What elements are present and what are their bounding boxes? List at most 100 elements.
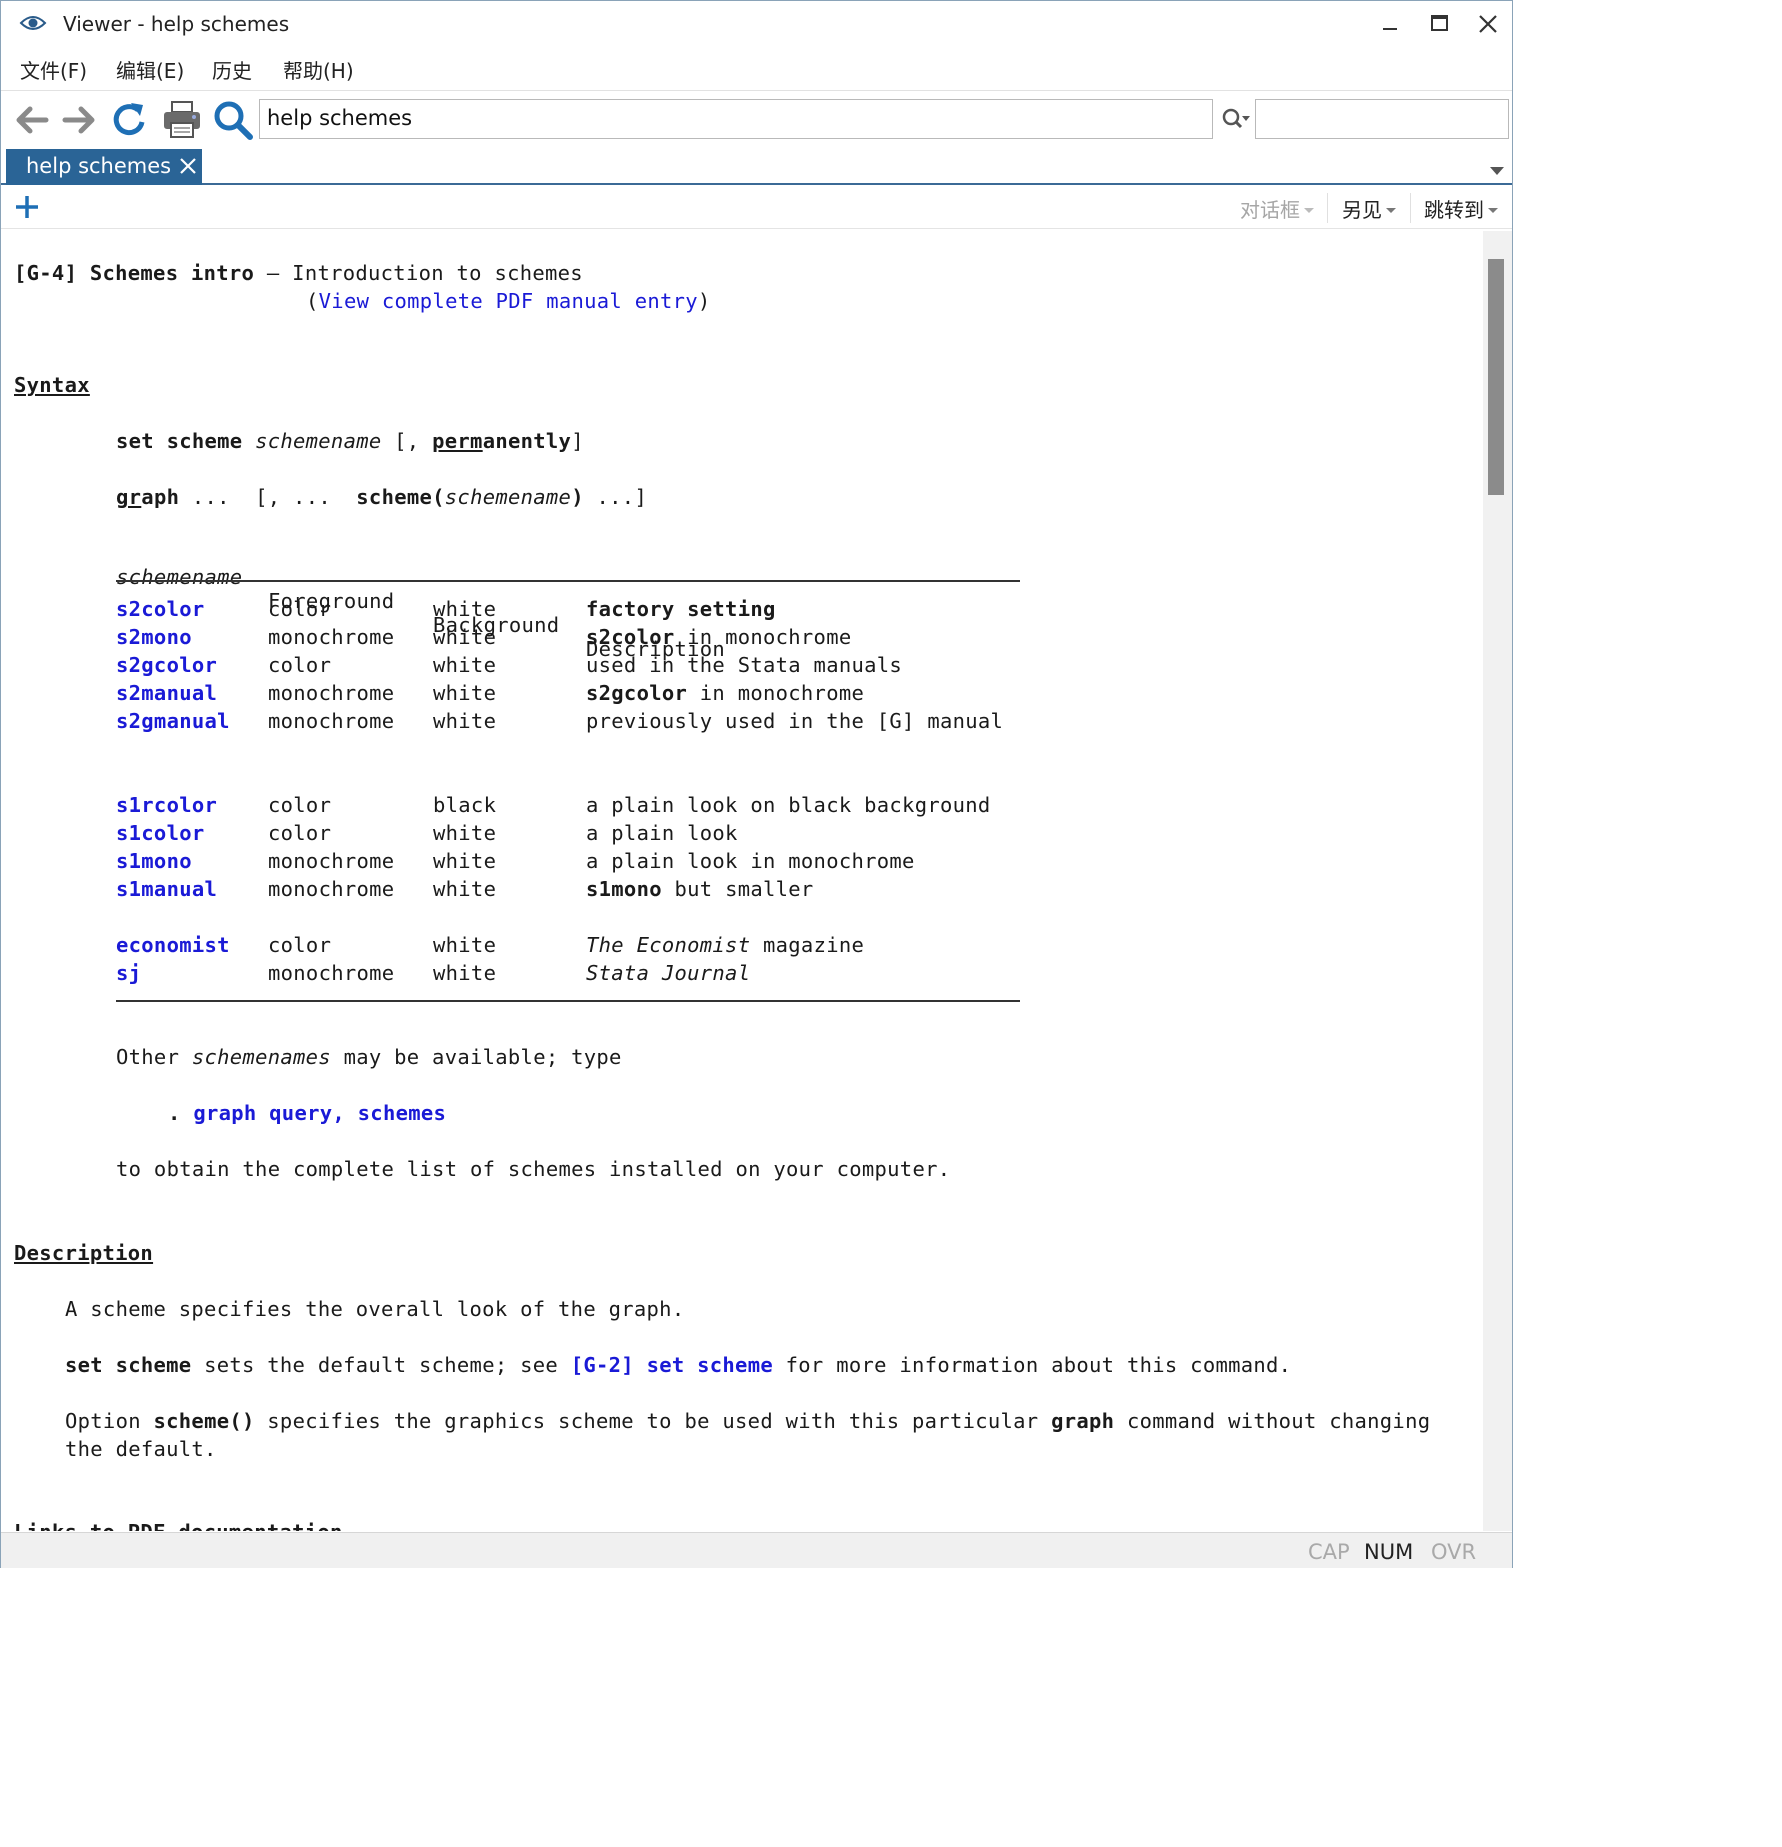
scheme-name-link[interactable]: s2gmanual — [116, 709, 230, 733]
syntax-opt-open: [, — [394, 429, 420, 453]
foreground-cell: color — [268, 933, 332, 957]
table-row: s2gcolor color white used in the Stata manu… — [5, 653, 1105, 681]
new-tab-plus-icon[interactable] — [13, 193, 41, 221]
jump-to-menu[interactable]: 跳转到 — [1424, 194, 1498, 223]
scheme-name-link[interactable]: s2color — [116, 597, 205, 621]
description-text: magazine — [750, 933, 865, 957]
description-para-2: set scheme sets the default scheme; see … — [65, 1353, 1291, 1377]
dialog-menu-label: 对话框 — [1240, 198, 1300, 222]
description-para-1: A scheme specifies the overall look of t… — [65, 1297, 685, 1321]
scheme-name-link[interactable]: s1manual — [116, 877, 217, 901]
syntax2-opt-open: [, ... — [255, 485, 331, 509]
syntax2-fn-close: ) — [571, 485, 584, 509]
forward-arrow-icon[interactable] — [59, 99, 101, 141]
tab-help-schemes[interactable]: help schemes — [6, 149, 202, 185]
syntax2-rest: aph — [141, 485, 180, 509]
menu-help[interactable]: 帮助(H) — [283, 55, 354, 84]
description-text: in monochrome — [674, 625, 852, 649]
background-cell: white — [433, 681, 497, 705]
command-input[interactable]: help schemes — [259, 99, 1213, 139]
scheme-name-link[interactable]: s1color — [116, 821, 205, 845]
description-cell: previously used in the [G] manual — [586, 709, 1003, 733]
background-cell: white — [433, 961, 497, 985]
description-italic: Stata Journal — [586, 961, 751, 985]
scheme-name-link[interactable]: s1mono — [116, 849, 192, 873]
minimize-button[interactable] — [1372, 9, 1408, 41]
scheme-name-link[interactable]: economist — [116, 933, 230, 957]
chevron-down-icon — [1304, 208, 1314, 213]
graph-query-schemes-link[interactable]: graph query, schemes — [193, 1101, 446, 1125]
search-icon[interactable] — [212, 99, 254, 141]
table-row: s1color color white a plain look — [5, 821, 1105, 849]
table-header: schemename — [116, 565, 243, 589]
desc3-end: command without changing — [1114, 1409, 1431, 1433]
close-window-button[interactable] — [1470, 9, 1506, 41]
scheme-name-link[interactable]: sj — [116, 961, 141, 985]
description-bold: s2gcolor — [586, 681, 688, 705]
background-cell: black — [433, 793, 497, 817]
close-tab-icon[interactable] — [178, 156, 198, 176]
links-heading-cut: Links to PDF documentation — [14, 1520, 343, 1531]
background-cell: white — [433, 933, 497, 957]
description-italic: The Economist — [586, 933, 751, 957]
description-cell: factory setting — [586, 597, 776, 621]
table-row: s1mono monochrome white a plain look in mon… — [5, 849, 1105, 877]
foreground-cell: color — [268, 821, 332, 845]
syntax-graph: graph ... [, ... scheme(schemename) ...] — [116, 485, 647, 509]
desc2-bold: set scheme — [65, 1353, 192, 1377]
toolbar: help schemes — [1, 90, 1512, 146]
other-italic: schemenames — [191, 1045, 331, 1069]
view-pdf-link[interactable]: View complete PDF manual entry — [319, 289, 698, 313]
maximize-button[interactable] — [1421, 9, 1457, 41]
back-arrow-icon[interactable] — [10, 99, 52, 141]
description-cell: Stata Journal — [586, 961, 750, 985]
pdf-link-line: (View complete PDF manual entry) — [306, 289, 711, 313]
scheme-name-link[interactable]: s2mono — [116, 625, 192, 649]
background-cell: white — [433, 821, 497, 845]
scheme-name-link[interactable]: s1rcolor — [116, 793, 217, 817]
tab-list-chevron-icon[interactable] — [1489, 161, 1505, 175]
find-input[interactable] — [1255, 99, 1509, 139]
description-cell: The Economist magazine — [586, 933, 864, 957]
foreground-cell: monochrome — [268, 681, 395, 705]
tab-bar: help schemes — [1, 147, 1512, 185]
print-icon[interactable] — [161, 99, 203, 141]
description-text: a plain look — [586, 821, 738, 845]
description-cell: a plain look in monochrome — [586, 849, 915, 873]
other-schemes-text: Other schemenames may be available; type — [116, 1045, 622, 1069]
syntax2-dots: ... — [191, 485, 230, 509]
also-see-menu[interactable]: 另见 — [1342, 194, 1396, 223]
description-text: previously used in the [G] manual — [586, 709, 1004, 733]
description-bold: factory setting — [586, 597, 776, 621]
refresh-icon[interactable] — [109, 99, 151, 141]
vertical-scrollbar[interactable] — [1483, 231, 1512, 1531]
window-title: Viewer - help schemes — [63, 12, 290, 36]
g2-ref-link[interactable]: [G-2] — [571, 1353, 634, 1377]
syntax-set-scheme: set scheme schemename [, permanently] — [116, 429, 584, 453]
menu-edit[interactable]: 编辑(E) — [116, 55, 184, 84]
status-cap: CAP — [1308, 1540, 1350, 1564]
table-row: s2mono monochrome white s2color in monochro… — [5, 625, 1105, 653]
paren-open: ( — [306, 289, 319, 313]
description-text: but smaller — [661, 877, 814, 901]
description-text: a plain look on black background — [586, 793, 991, 817]
scrollbar-thumb[interactable] — [1488, 259, 1504, 495]
scheme-name-link[interactable]: s2manual — [116, 681, 217, 705]
find-dropdown-icon[interactable] — [1221, 105, 1251, 133]
description-cell: s1mono but smaller — [586, 877, 814, 901]
syntax2-fn: scheme( — [356, 485, 445, 509]
syntax-opt-abbr: perm — [432, 429, 483, 453]
set-scheme-link[interactable]: set scheme — [647, 1353, 773, 1377]
scheme-name-link[interactable]: s2gcolor — [116, 653, 217, 677]
description-bold: s2color — [586, 625, 675, 649]
description-cell: a plain look — [586, 821, 738, 845]
table-header-row: schemename Foreground Background Descrip… — [5, 541, 1105, 661]
title-bar: Viewer - help schemes — [1, 1, 1512, 48]
menu-file[interactable]: 文件(F) — [20, 55, 87, 84]
viewer-subbar: 对话框 另见 跳转到 — [1, 187, 1512, 229]
description-bold: s1mono — [586, 877, 662, 901]
dialog-menu[interactable]: 对话框 — [1240, 194, 1314, 223]
help-content: [G-4] Schemes intro — Introduction to sc… — [5, 231, 1481, 1531]
description-cell: s2gcolor in monochrome — [586, 681, 864, 705]
menu-history[interactable]: 历史 — [212, 55, 252, 84]
